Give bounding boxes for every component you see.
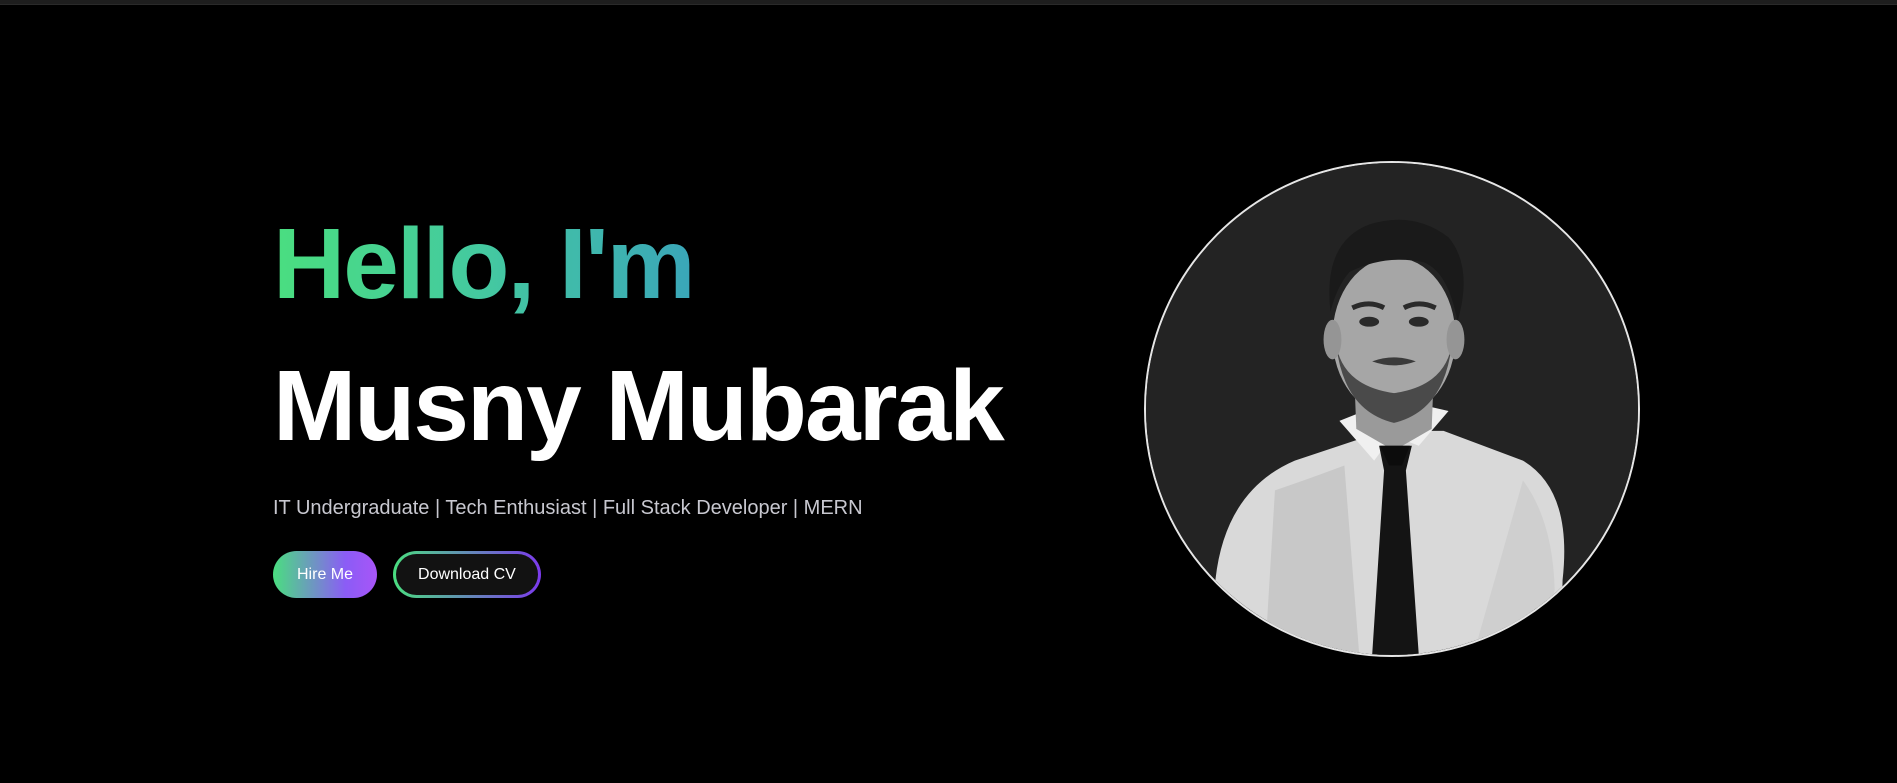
profile-photo <box>1144 161 1640 657</box>
hero-buttons: Hire Me Download CV <box>273 551 1073 598</box>
hero-name: Musny Mubarak <box>273 350 1005 462</box>
hero-tagline: IT Undergraduate | Tech Enthusiast | Ful… <box>273 497 863 519</box>
hero-section: Hello, I'm Musny Mubarak IT Undergraduat… <box>273 205 1073 598</box>
hero-greeting: Hello, I'm <box>273 205 696 323</box>
download-cv-border: Download CV <box>393 551 541 598</box>
download-cv-button[interactable]: Download CV <box>396 554 538 595</box>
hire-me-button[interactable]: Hire Me <box>273 551 378 598</box>
person-portrait-icon <box>1146 163 1638 655</box>
top-bar <box>0 0 1897 5</box>
